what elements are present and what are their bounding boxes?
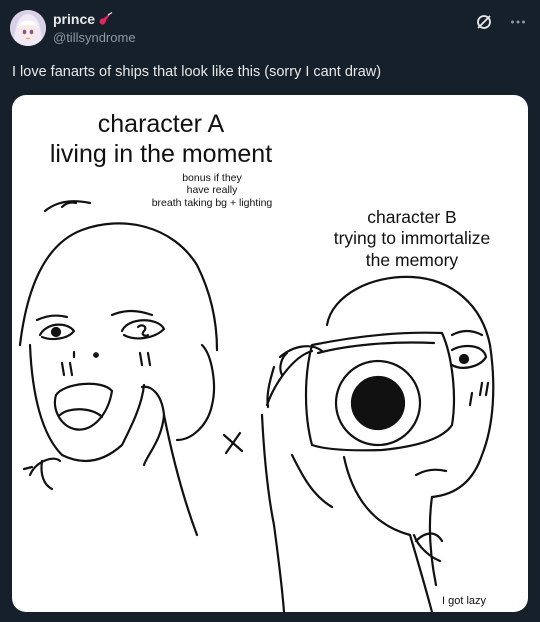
grok-slash-icon[interactable]	[474, 12, 494, 32]
avatar[interactable]	[10, 10, 46, 46]
x-mark-drawing	[222, 431, 244, 455]
footer-note: I got lazy	[442, 595, 487, 607]
character-a-note-line-1: bonus if they	[182, 172, 242, 184]
character-a-note: bonus if they have really breath taking …	[142, 172, 282, 209]
character-b-title: character B trying to immortalize the me…	[312, 207, 512, 271]
character-a-note-line-3: breath taking bg + lighting	[151, 196, 273, 209]
user-handle[interactable]: @tillsyndrome	[53, 30, 136, 45]
post-toolbar	[474, 12, 528, 32]
post-text: I love fanarts of ships that look like t…	[12, 64, 382, 80]
character-a-title: character A living in the moment	[26, 109, 296, 169]
character-b-title-line-3: the memory	[365, 249, 459, 270]
character-a-title-line-2: living in the moment	[49, 140, 273, 168]
display-name[interactable]: prince	[53, 11, 95, 27]
anime-avatar-icon	[10, 10, 46, 46]
post-card: prince @tillsyndrome I love fanarts of s…	[0, 0, 540, 622]
character-b-sketch	[260, 275, 495, 612]
name-row: prince	[53, 11, 114, 27]
character-a-note-line-2: have really	[186, 184, 238, 197]
character-b-title-line-1: character B	[367, 207, 457, 227]
more-options-icon[interactable]	[508, 12, 528, 32]
character-b-title-line-2: trying to immortalize	[333, 228, 491, 249]
post-image[interactable]: character A living in the moment bonus i…	[12, 95, 528, 612]
character-a-title-line-1: character A	[97, 110, 225, 138]
guitar-emoji-icon	[99, 12, 113, 25]
character-a-sketch	[18, 200, 219, 537]
